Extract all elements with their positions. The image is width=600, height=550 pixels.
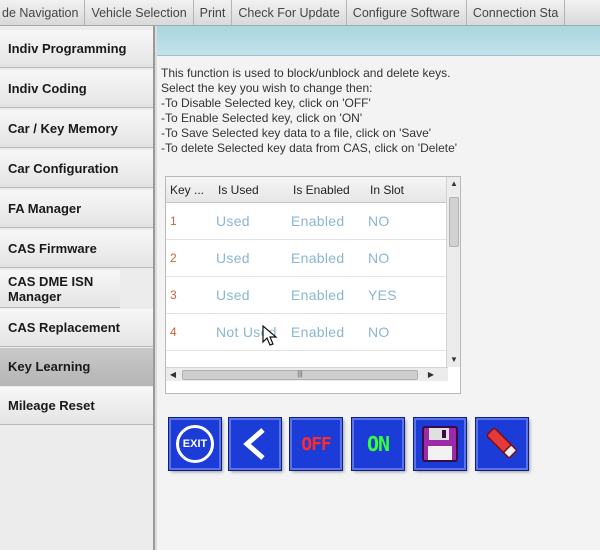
chevron-left-icon xyxy=(243,428,265,460)
table-row[interactable]: 1 Used Enabled NO xyxy=(166,203,448,240)
menu-connection-status[interactable]: Connection Sta xyxy=(467,0,566,25)
cell-in-slot: YES xyxy=(368,287,397,303)
table-row[interactable]: 3 Used Enabled YES xyxy=(166,277,448,314)
delete-button[interactable] xyxy=(476,418,528,470)
key-table: Key ... Is Used Is Enabled In Slot 1 Use… xyxy=(165,176,461,394)
eraser-icon xyxy=(486,427,517,459)
cell-in-slot: NO xyxy=(368,213,390,229)
sidebar-item-indiv-coding[interactable]: Indiv Coding xyxy=(0,70,153,108)
scroll-down-icon[interactable]: ▼ xyxy=(447,353,461,367)
cell-key: 2 xyxy=(170,251,177,265)
instruction-line: -To Enable Selected key, click on 'ON' xyxy=(161,111,363,125)
scroll-right-icon[interactable]: ▶ xyxy=(424,368,438,382)
cell-key: 4 xyxy=(170,325,177,339)
horizontal-scrollbar[interactable]: ◀ ||| ▶ xyxy=(166,367,448,381)
column-header-key[interactable]: Key ... xyxy=(170,177,204,203)
sidebar-item-cas-firmware[interactable]: CAS Firmware xyxy=(0,230,153,268)
scroll-left-icon[interactable]: ◀ xyxy=(166,368,180,382)
off-label: OFF xyxy=(301,433,331,455)
exit-icon: EXIT xyxy=(176,425,214,463)
column-header-in-slot[interactable]: In Slot xyxy=(370,177,404,203)
mouse-cursor-icon xyxy=(262,325,278,346)
cell-is-enabled: Enabled xyxy=(291,324,345,340)
exit-button[interactable]: EXIT xyxy=(169,418,221,470)
cell-is-enabled: Enabled xyxy=(291,250,345,266)
cell-is-used: Used xyxy=(216,213,250,229)
off-button[interactable]: OFF xyxy=(290,418,342,470)
instruction-line: This function is used to block/unblock a… xyxy=(161,66,451,80)
on-button[interactable]: ON xyxy=(352,418,404,470)
menu-print[interactable]: Print xyxy=(194,0,233,25)
cell-is-used: Used xyxy=(216,287,250,303)
column-header-is-used[interactable]: Is Used xyxy=(218,177,259,203)
instruction-line: Select the key you wish to change then: xyxy=(161,81,373,95)
sidebar-item-mileage-reset[interactable]: Mileage Reset xyxy=(0,387,153,425)
menu-bar: de Navigation Vehicle Selection Print Ch… xyxy=(0,0,600,26)
vertical-scroll-thumb[interactable] xyxy=(449,197,459,247)
cell-key: 1 xyxy=(170,214,177,228)
instructions: This function is used to block/unblock a… xyxy=(161,66,597,156)
floppy-disk-icon xyxy=(422,426,458,462)
sidebar-item-key-learning[interactable]: Key Learning xyxy=(0,348,153,386)
sidebar-item-cas-dme-isn-manager[interactable]: CAS DME ISN Manager xyxy=(0,270,120,308)
save-button[interactable] xyxy=(414,418,466,470)
table-row[interactable]: 4 Not Used Enabled NO xyxy=(166,314,448,351)
instruction-line: -To delete Selected key data from CAS, c… xyxy=(161,141,458,155)
cell-in-slot: NO xyxy=(368,324,390,340)
table-header: Key ... Is Used Is Enabled In Slot xyxy=(166,177,448,203)
instruction-line: -To Save Selected key data to a file, cl… xyxy=(161,126,432,140)
menu-configure-software[interactable]: Configure Software xyxy=(347,0,467,25)
menu-check-for-update[interactable]: Check For Update xyxy=(232,0,347,25)
instruction-line: -To Disable Selected key, click on 'OFF' xyxy=(161,96,371,110)
cell-is-used: Used xyxy=(216,250,250,266)
menu-vehicle-selection[interactable]: Vehicle Selection xyxy=(85,0,194,25)
horizontal-scroll-thumb[interactable]: ||| xyxy=(182,370,418,380)
header-strip xyxy=(157,26,600,56)
main-panel: This function is used to block/unblock a… xyxy=(157,26,600,550)
sidebar-item-indiv-programming[interactable]: Indiv Programming xyxy=(0,30,153,68)
sidebar: Indiv Programming Indiv Coding Car / Key… xyxy=(0,26,155,550)
column-header-is-enabled[interactable]: Is Enabled xyxy=(293,177,350,203)
cell-key: 3 xyxy=(170,288,177,302)
sidebar-item-car-configuration[interactable]: Car Configuration xyxy=(0,150,153,188)
back-button[interactable] xyxy=(229,418,281,470)
sidebar-item-cas-replacement[interactable]: CAS Replacement xyxy=(0,309,153,347)
scroll-up-icon[interactable]: ▲ xyxy=(447,177,461,191)
vertical-scrollbar[interactable]: ▲ ▼ xyxy=(446,177,460,367)
cell-is-enabled: Enabled xyxy=(291,287,345,303)
sidebar-item-car-key-memory[interactable]: Car / Key Memory xyxy=(0,110,153,148)
sidebar-item-fa-manager[interactable]: FA Manager xyxy=(0,190,153,228)
cell-is-enabled: Enabled xyxy=(291,213,345,229)
table-row[interactable]: 2 Used Enabled NO xyxy=(166,240,448,277)
on-label: ON xyxy=(366,432,390,456)
menu-guided-navigation[interactable]: de Navigation xyxy=(0,0,86,25)
cell-in-slot: NO xyxy=(368,250,390,266)
